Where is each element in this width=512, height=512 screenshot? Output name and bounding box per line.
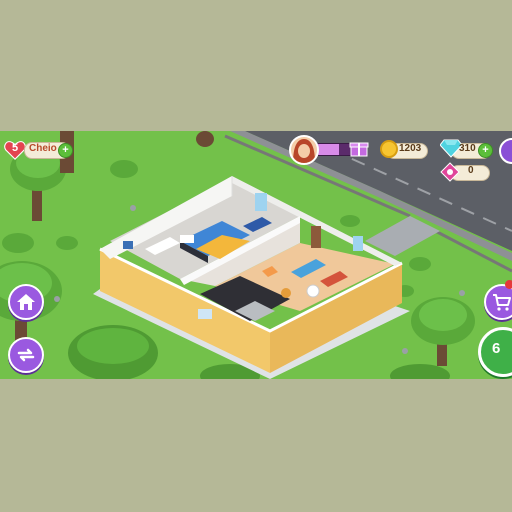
home-button[interactable] xyxy=(8,284,44,320)
window-front xyxy=(198,309,212,319)
ticket-amount: 0 xyxy=(468,165,474,176)
bush xyxy=(2,233,34,253)
swap-button[interactable] xyxy=(8,337,44,373)
task-marker xyxy=(306,284,320,298)
add-energy-button[interactable]: + xyxy=(58,143,73,158)
play-level-number: 6 xyxy=(492,340,501,357)
swap-icon xyxy=(17,348,35,362)
coin-icon xyxy=(380,140,398,158)
letterbox-top xyxy=(0,0,512,131)
cart-icon xyxy=(493,294,511,311)
avatar[interactable] xyxy=(289,135,319,165)
energy-label: Cheio xyxy=(29,143,57,154)
letterbox-bottom xyxy=(0,379,512,512)
player-level: 5 xyxy=(11,142,19,154)
shop-button[interactable] xyxy=(484,284,512,320)
gem-amount: 310 xyxy=(459,143,476,154)
window-living xyxy=(353,236,363,251)
bush xyxy=(110,160,138,178)
notification-dot xyxy=(505,280,512,289)
gift-icon[interactable] xyxy=(349,139,369,157)
side-table xyxy=(281,288,291,298)
home-icon xyxy=(17,294,35,310)
window xyxy=(255,193,267,211)
house-scene[interactable] xyxy=(0,131,512,379)
tree-trunk-mid xyxy=(196,131,214,147)
door xyxy=(311,226,321,248)
coin-amount: 1203 xyxy=(399,143,422,154)
ticket-icon xyxy=(440,162,460,182)
game-viewport[interactable]: 5 Cheio + 1203 310 + 0 6 xyxy=(0,131,512,379)
add-gems-button[interactable]: + xyxy=(478,143,493,158)
